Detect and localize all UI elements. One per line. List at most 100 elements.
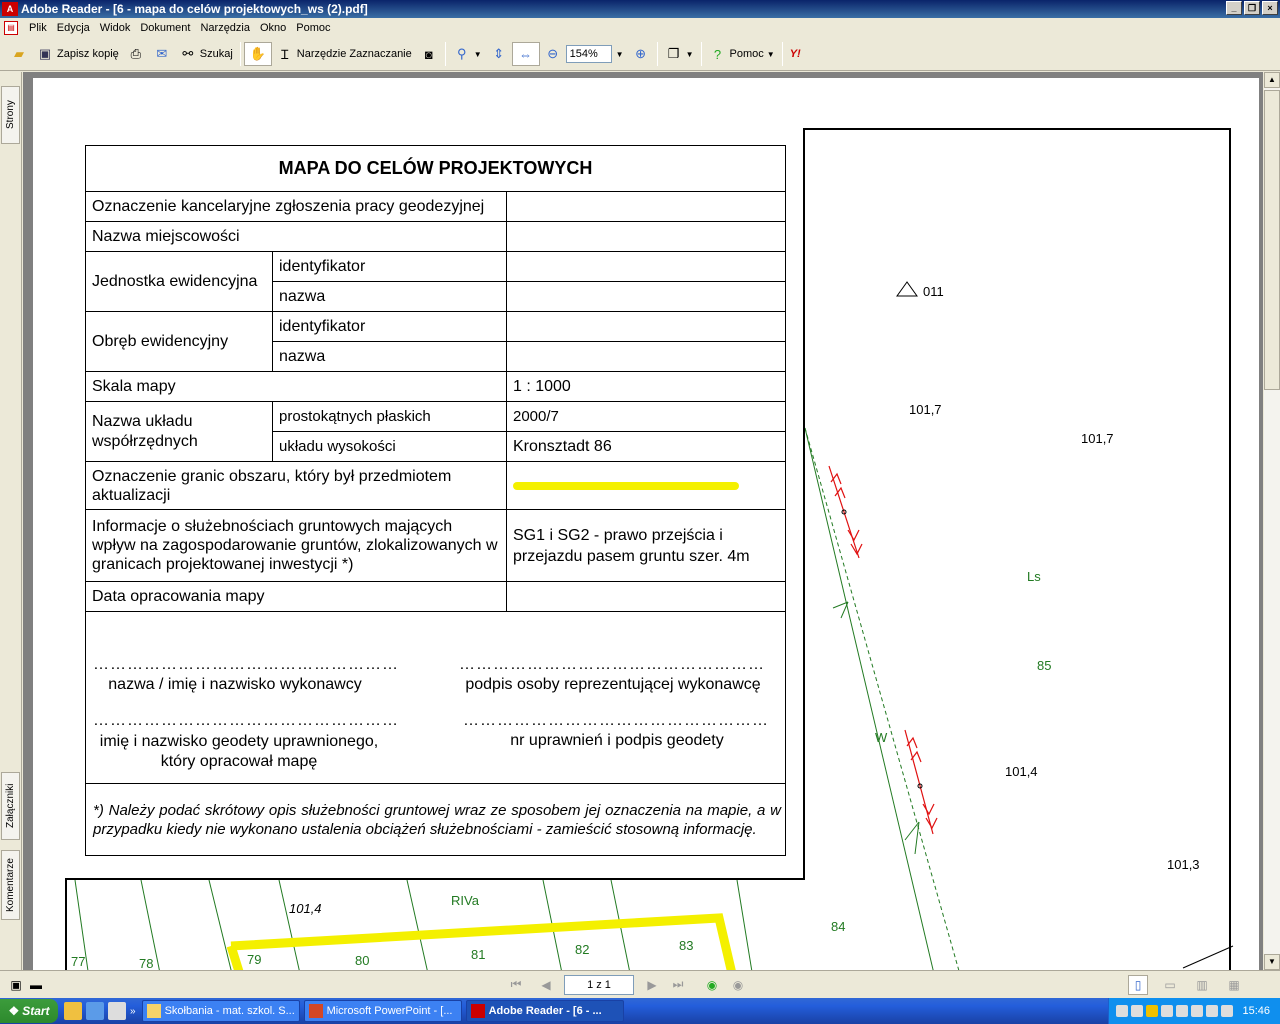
last-page-button[interactable]: ⏭: [668, 975, 688, 995]
go-back-button[interactable]: ◉: [702, 975, 722, 995]
quicklaunch-icon[interactable]: [108, 1002, 126, 1020]
page-view-icon[interactable]: ▬: [26, 975, 46, 995]
parcel-number: 81: [471, 947, 486, 962]
tray-icon[interactable]: [1131, 1005, 1144, 1017]
restore-button[interactable]: ❐: [1244, 1, 1260, 15]
navigation-pane: Strony Załączniki Komentarze: [0, 72, 22, 970]
form-sublabel: identyfikator: [272, 311, 507, 342]
scroll-thumb[interactable]: [1264, 90, 1280, 390]
toolbar: ▰ ▣ Zapisz kopię ⎙ ✉ ⚯ Szukaj ✋ Ɪ Narzędzie…: [0, 38, 1280, 71]
folder-icon: [146, 1004, 161, 1018]
actual-size-button[interactable]: ⇕: [486, 42, 512, 66]
menu-window[interactable]: Okno: [255, 22, 291, 34]
page-number-input[interactable]: 1 z 1: [564, 974, 634, 995]
task-label: Microsoft PowerPoint - [...: [326, 1005, 453, 1017]
save-icon: ▣: [38, 46, 52, 61]
form-value: [506, 251, 786, 282]
go-forward-button[interactable]: ◉: [728, 975, 748, 995]
signature-dots: ………………………………………………: [93, 656, 399, 673]
taskbar-item[interactable]: Adobe Reader - [6 - ...: [465, 1000, 624, 1022]
height-label: 101,4: [1005, 764, 1038, 779]
quicklaunch-icon[interactable]: [86, 1002, 104, 1020]
form-value: [506, 191, 786, 222]
page-size-icon[interactable]: ▣: [6, 975, 26, 995]
height-label: 101,3: [1167, 857, 1200, 872]
surveyor-license-label: nr uprawnień i podpis geodety: [510, 732, 724, 749]
pages-icon: ❐: [667, 46, 680, 61]
parcel-number: 82: [575, 942, 590, 957]
tab-pages[interactable]: Strony: [1, 86, 20, 144]
continuous-facing-button[interactable]: ▦: [1224, 975, 1244, 995]
tray-icon[interactable]: [1116, 1005, 1129, 1017]
quicklaunch-icon[interactable]: [64, 1002, 82, 1020]
parcel-number: 78: [139, 956, 154, 970]
surveyor-name-label: imię i nazwisko geodety uprawnionego, kt…: [99, 733, 379, 770]
continuous-button[interactable]: ▭: [1160, 975, 1180, 995]
menu-view[interactable]: Widok: [95, 22, 136, 34]
tray-icon[interactable]: [1161, 1005, 1174, 1017]
help-button[interactable]: ? Pomoc ▼: [705, 42, 779, 66]
document-area[interactable]: MAPA DO CELÓW PROJEKTOWYCH Oznaczenie ka…: [23, 72, 1263, 970]
system-tray: 15:46: [1108, 998, 1280, 1024]
form-value: [506, 221, 786, 252]
menu-help[interactable]: Pomoc: [291, 22, 335, 34]
toolbar-separator: [781, 42, 783, 66]
snapshot-button[interactable]: ◙: [416, 42, 442, 66]
menu-document[interactable]: Dokument: [135, 22, 195, 34]
hand-tool-button[interactable]: ✋: [243, 42, 272, 66]
rotate-button[interactable]: ❐ ▼: [661, 42, 698, 66]
toolbar-separator: [700, 42, 702, 66]
scroll-down-button[interactable]: ▼: [1264, 954, 1280, 970]
powerpoint-icon: [308, 1004, 323, 1018]
taskbar-item[interactable]: Microsoft PowerPoint - [...: [303, 1000, 462, 1022]
yahoo-button[interactable]: Y!: [786, 42, 805, 66]
form-label: Nazwa układu współrzędnych: [85, 401, 273, 462]
tray-icon[interactable]: [1191, 1005, 1204, 1017]
zoom-input[interactable]: [565, 45, 612, 63]
next-page-button[interactable]: ▶: [642, 975, 662, 995]
zoom-in-button[interactable]: ⊕: [628, 42, 654, 66]
chevron-right-icon[interactable]: »: [130, 1006, 136, 1017]
vertical-scrollbar[interactable]: ▲ ▼: [1264, 72, 1280, 970]
pdf-document-icon[interactable]: ▤: [4, 21, 18, 35]
plus-circle-icon: ⊕: [635, 46, 647, 61]
search-button[interactable]: ⚯ Szukaj: [175, 42, 237, 66]
window-title: Adobe Reader - [6 - mapa do celów projek…: [21, 2, 368, 16]
height-label: 101,4: [289, 901, 322, 916]
minimize-button[interactable]: _: [1226, 1, 1242, 15]
menu-edit[interactable]: Edycja: [52, 22, 95, 34]
menu-file[interactable]: Plik: [24, 22, 52, 34]
warning-icon[interactable]: [1146, 1005, 1159, 1017]
facing-button[interactable]: ▥: [1192, 975, 1212, 995]
previous-page-button[interactable]: ◀: [536, 975, 556, 995]
zoom-dropdown[interactable]: ▼: [612, 42, 628, 66]
zoom-out-button[interactable]: ⊖: [540, 42, 566, 66]
first-page-button[interactable]: ⏮: [506, 975, 526, 995]
tray-icon[interactable]: [1176, 1005, 1189, 1017]
print-button[interactable]: ⎙: [123, 42, 149, 66]
menu-tools[interactable]: Narzędzia: [195, 22, 255, 34]
toolbar-separator: [444, 42, 446, 66]
tab-attachments[interactable]: Załączniki: [1, 772, 20, 840]
parcel-number: 80: [355, 953, 370, 968]
close-button[interactable]: ×: [1262, 1, 1278, 15]
fit-width-button[interactable]: ⇔: [511, 42, 540, 66]
tab-comments[interactable]: Komentarze: [1, 850, 20, 920]
tray-icon[interactable]: [1206, 1005, 1219, 1017]
tray-icon[interactable]: [1221, 1005, 1234, 1017]
email-button[interactable]: ✉: [149, 42, 175, 66]
printer-icon: ⎙: [130, 46, 141, 61]
windows-logo-icon: ❖: [8, 1004, 20, 1018]
select-tool-button[interactable]: Ɪ Narzędzie Zaznaczanie: [272, 42, 416, 66]
scroll-up-button[interactable]: ▲: [1264, 72, 1280, 88]
taskbar-item[interactable]: Skołbania - mat. szkol. S...: [141, 1000, 300, 1022]
chevron-down-icon: ▼: [615, 49, 624, 59]
save-copy-button[interactable]: ▣ Zapisz kopię: [32, 42, 123, 66]
single-page-button[interactable]: ▯: [1128, 974, 1148, 995]
zoom-tool-button[interactable]: ⚲ ▼: [449, 42, 486, 66]
form-sublabel: identyfikator: [272, 251, 507, 282]
clock[interactable]: 15:46: [1242, 1005, 1270, 1017]
height-label: 101,7: [909, 402, 942, 417]
open-button[interactable]: ▰: [6, 42, 32, 66]
start-button[interactable]: ❖ Start: [0, 999, 58, 1023]
